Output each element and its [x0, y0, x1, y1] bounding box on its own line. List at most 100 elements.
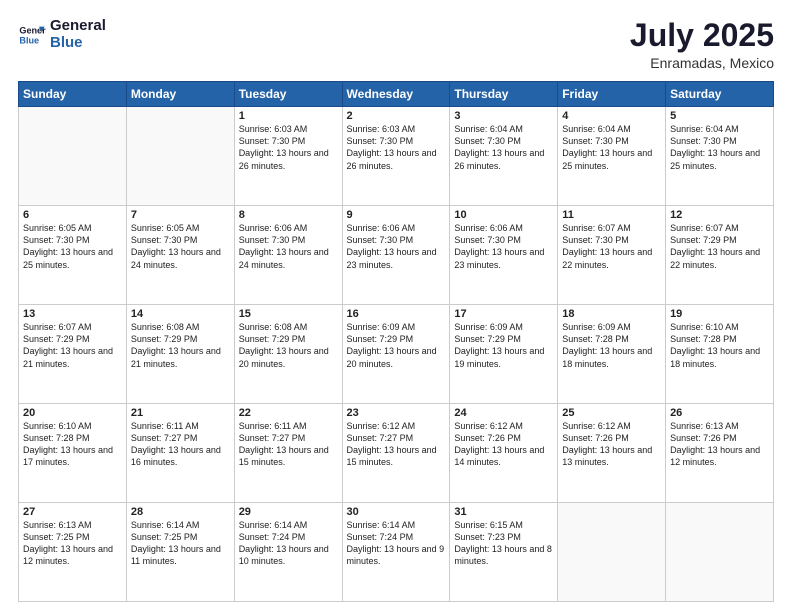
calendar-cell: 11Sunrise: 6:07 AM Sunset: 7:30 PM Dayli… — [558, 206, 666, 305]
day-info: Sunrise: 6:10 AM Sunset: 7:28 PM Dayligh… — [670, 321, 769, 370]
week-row-3: 13Sunrise: 6:07 AM Sunset: 7:29 PM Dayli… — [19, 305, 774, 404]
day-info: Sunrise: 6:04 AM Sunset: 7:30 PM Dayligh… — [670, 123, 769, 172]
header-wednesday: Wednesday — [342, 82, 450, 107]
title-block: July 2025 Enramadas, Mexico — [630, 18, 774, 71]
day-number: 30 — [347, 506, 446, 518]
calendar-cell: 10Sunrise: 6:06 AM Sunset: 7:30 PM Dayli… — [450, 206, 558, 305]
calendar-cell: 21Sunrise: 6:11 AM Sunset: 7:27 PM Dayli… — [126, 404, 234, 503]
day-info: Sunrise: 6:10 AM Sunset: 7:28 PM Dayligh… — [23, 420, 122, 469]
day-info: Sunrise: 6:03 AM Sunset: 7:30 PM Dayligh… — [239, 123, 338, 172]
day-number: 27 — [23, 506, 122, 518]
calendar-cell — [126, 107, 234, 206]
day-number: 2 — [347, 110, 446, 122]
calendar-cell: 15Sunrise: 6:08 AM Sunset: 7:29 PM Dayli… — [234, 305, 342, 404]
day-number: 11 — [562, 209, 661, 221]
calendar-cell: 13Sunrise: 6:07 AM Sunset: 7:29 PM Dayli… — [19, 305, 127, 404]
day-number: 31 — [454, 506, 553, 518]
header-friday: Friday — [558, 82, 666, 107]
logo-icon: General Blue — [18, 21, 46, 49]
day-number: 3 — [454, 110, 553, 122]
calendar-cell: 25Sunrise: 6:12 AM Sunset: 7:26 PM Dayli… — [558, 404, 666, 503]
calendar-cell: 31Sunrise: 6:15 AM Sunset: 7:23 PM Dayli… — [450, 503, 558, 602]
day-info: Sunrise: 6:09 AM Sunset: 7:29 PM Dayligh… — [347, 321, 446, 370]
day-info: Sunrise: 6:04 AM Sunset: 7:30 PM Dayligh… — [454, 123, 553, 172]
day-info: Sunrise: 6:11 AM Sunset: 7:27 PM Dayligh… — [239, 420, 338, 469]
calendar-cell: 6Sunrise: 6:05 AM Sunset: 7:30 PM Daylig… — [19, 206, 127, 305]
calendar-cell: 1Sunrise: 6:03 AM Sunset: 7:30 PM Daylig… — [234, 107, 342, 206]
calendar-cell: 27Sunrise: 6:13 AM Sunset: 7:25 PM Dayli… — [19, 503, 127, 602]
header-monday: Monday — [126, 82, 234, 107]
day-info: Sunrise: 6:13 AM Sunset: 7:25 PM Dayligh… — [23, 519, 122, 568]
calendar-cell — [19, 107, 127, 206]
day-number: 12 — [670, 209, 769, 221]
calendar-cell: 12Sunrise: 6:07 AM Sunset: 7:29 PM Dayli… — [666, 206, 774, 305]
calendar-cell: 20Sunrise: 6:10 AM Sunset: 7:28 PM Dayli… — [19, 404, 127, 503]
day-info: Sunrise: 6:15 AM Sunset: 7:23 PM Dayligh… — [454, 519, 553, 568]
day-info: Sunrise: 6:05 AM Sunset: 7:30 PM Dayligh… — [131, 222, 230, 271]
month-year: July 2025 — [630, 18, 774, 53]
day-info: Sunrise: 6:04 AM Sunset: 7:30 PM Dayligh… — [562, 123, 661, 172]
day-number: 18 — [562, 308, 661, 320]
calendar-cell: 18Sunrise: 6:09 AM Sunset: 7:28 PM Dayli… — [558, 305, 666, 404]
day-number: 21 — [131, 407, 230, 419]
day-number: 20 — [23, 407, 122, 419]
day-info: Sunrise: 6:14 AM Sunset: 7:25 PM Dayligh… — [131, 519, 230, 568]
day-info: Sunrise: 6:03 AM Sunset: 7:30 PM Dayligh… — [347, 123, 446, 172]
day-info: Sunrise: 6:09 AM Sunset: 7:28 PM Dayligh… — [562, 321, 661, 370]
calendar-cell — [666, 503, 774, 602]
day-info: Sunrise: 6:13 AM Sunset: 7:26 PM Dayligh… — [670, 420, 769, 469]
day-number: 23 — [347, 407, 446, 419]
day-number: 24 — [454, 407, 553, 419]
day-info: Sunrise: 6:14 AM Sunset: 7:24 PM Dayligh… — [239, 519, 338, 568]
svg-text:Blue: Blue — [19, 35, 39, 45]
day-number: 28 — [131, 506, 230, 518]
weekday-header-row: Sunday Monday Tuesday Wednesday Thursday… — [19, 82, 774, 107]
header-tuesday: Tuesday — [234, 82, 342, 107]
day-number: 10 — [454, 209, 553, 221]
calendar-table: Sunday Monday Tuesday Wednesday Thursday… — [18, 81, 774, 602]
day-number: 22 — [239, 407, 338, 419]
location: Enramadas, Mexico — [630, 55, 774, 71]
day-info: Sunrise: 6:14 AM Sunset: 7:24 PM Dayligh… — [347, 519, 446, 568]
calendar-cell: 14Sunrise: 6:08 AM Sunset: 7:29 PM Dayli… — [126, 305, 234, 404]
day-number: 9 — [347, 209, 446, 221]
calendar-cell: 9Sunrise: 6:06 AM Sunset: 7:30 PM Daylig… — [342, 206, 450, 305]
day-info: Sunrise: 6:12 AM Sunset: 7:27 PM Dayligh… — [347, 420, 446, 469]
day-info: Sunrise: 6:09 AM Sunset: 7:29 PM Dayligh… — [454, 321, 553, 370]
day-info: Sunrise: 6:11 AM Sunset: 7:27 PM Dayligh… — [131, 420, 230, 469]
day-number: 1 — [239, 110, 338, 122]
calendar-cell: 17Sunrise: 6:09 AM Sunset: 7:29 PM Dayli… — [450, 305, 558, 404]
calendar-cell: 22Sunrise: 6:11 AM Sunset: 7:27 PM Dayli… — [234, 404, 342, 503]
calendar-cell: 29Sunrise: 6:14 AM Sunset: 7:24 PM Dayli… — [234, 503, 342, 602]
calendar-cell: 7Sunrise: 6:05 AM Sunset: 7:30 PM Daylig… — [126, 206, 234, 305]
week-row-2: 6Sunrise: 6:05 AM Sunset: 7:30 PM Daylig… — [19, 206, 774, 305]
day-number: 26 — [670, 407, 769, 419]
day-info: Sunrise: 6:05 AM Sunset: 7:30 PM Dayligh… — [23, 222, 122, 271]
day-info: Sunrise: 6:07 AM Sunset: 7:29 PM Dayligh… — [23, 321, 122, 370]
day-number: 25 — [562, 407, 661, 419]
calendar-cell: 5Sunrise: 6:04 AM Sunset: 7:30 PM Daylig… — [666, 107, 774, 206]
day-number: 14 — [131, 308, 230, 320]
page: General Blue General Blue July 2025 Enra… — [0, 0, 792, 612]
day-number: 5 — [670, 110, 769, 122]
calendar-cell: 24Sunrise: 6:12 AM Sunset: 7:26 PM Dayli… — [450, 404, 558, 503]
day-number: 4 — [562, 110, 661, 122]
day-info: Sunrise: 6:07 AM Sunset: 7:29 PM Dayligh… — [670, 222, 769, 271]
day-info: Sunrise: 6:12 AM Sunset: 7:26 PM Dayligh… — [454, 420, 553, 469]
logo-line1: General — [50, 18, 106, 35]
day-info: Sunrise: 6:06 AM Sunset: 7:30 PM Dayligh… — [454, 222, 553, 271]
week-row-5: 27Sunrise: 6:13 AM Sunset: 7:25 PM Dayli… — [19, 503, 774, 602]
week-row-1: 1Sunrise: 6:03 AM Sunset: 7:30 PM Daylig… — [19, 107, 774, 206]
day-number: 13 — [23, 308, 122, 320]
day-number: 29 — [239, 506, 338, 518]
calendar-cell — [558, 503, 666, 602]
day-number: 7 — [131, 209, 230, 221]
day-number: 15 — [239, 308, 338, 320]
calendar-cell: 3Sunrise: 6:04 AM Sunset: 7:30 PM Daylig… — [450, 107, 558, 206]
calendar-cell: 2Sunrise: 6:03 AM Sunset: 7:30 PM Daylig… — [342, 107, 450, 206]
logo: General Blue General Blue — [18, 18, 106, 51]
calendar-cell: 23Sunrise: 6:12 AM Sunset: 7:27 PM Dayli… — [342, 404, 450, 503]
week-row-4: 20Sunrise: 6:10 AM Sunset: 7:28 PM Dayli… — [19, 404, 774, 503]
calendar-cell: 30Sunrise: 6:14 AM Sunset: 7:24 PM Dayli… — [342, 503, 450, 602]
day-number: 6 — [23, 209, 122, 221]
